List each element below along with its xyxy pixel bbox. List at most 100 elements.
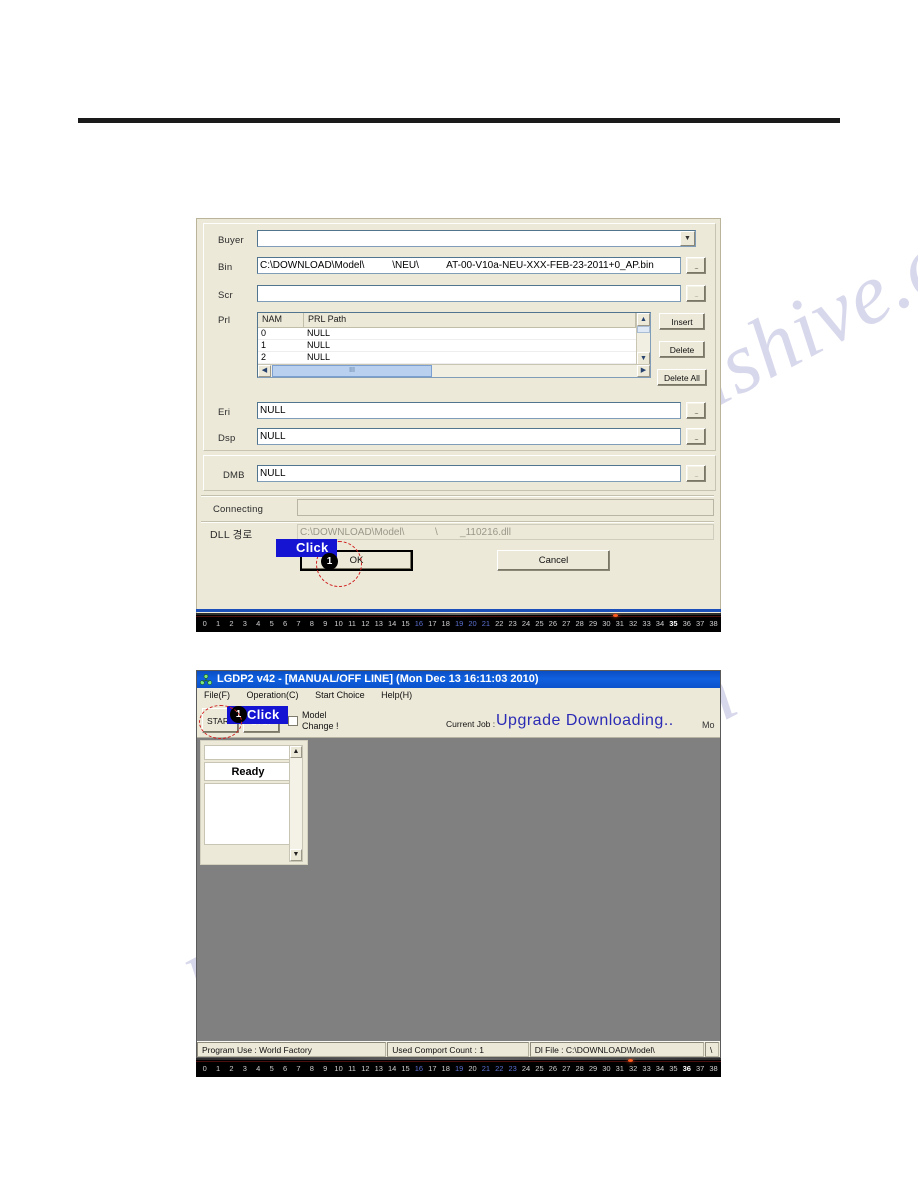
scroll-up-icon[interactable]: ▲ [637, 313, 650, 326]
cell-nam: 2 [261, 352, 267, 362]
divider-dll [201, 521, 714, 523]
prl-label: Prl [218, 315, 231, 326]
ruler-tick: 38 [709, 619, 718, 628]
ruler-tick: 32 [629, 619, 638, 628]
dmb-browse-button[interactable]: ... [686, 465, 706, 482]
cancel-button[interactable]: Cancel [497, 550, 610, 571]
model-change-checkbox[interactable] [288, 716, 298, 726]
status-cell-empty-top [204, 745, 292, 760]
table-row[interactable]: 2 NULL [258, 352, 650, 364]
ruler-tick: 15 [401, 619, 410, 628]
bin-label: Bin [218, 262, 233, 273]
eri-path-input[interactable]: NULL [257, 402, 681, 419]
scr-browse-button[interactable]: ... [686, 285, 706, 302]
ruler-tick: 13 [374, 1064, 383, 1073]
ruler-strip-bottom: 0 1 2 3 4 5 6 7 8 9 10 11 12 13 14 15 16 17 18 19 20 21 22 23 24… [196, 1058, 721, 1077]
prl-horizontal-scrollbar[interactable]: ◀ III ▶ [258, 364, 650, 377]
prl-listview-header: NAM PRL Path [258, 313, 650, 328]
ruler-tick: 28 [575, 619, 584, 628]
insert-button[interactable]: Insert [659, 313, 705, 330]
scroll-right-icon[interactable]: ▶ [637, 365, 650, 377]
ruler-tick: 22 [495, 1064, 504, 1073]
ruler-tick: 17 [428, 619, 437, 628]
cell-path: NULL [307, 328, 331, 338]
ruler-tick: 5 [269, 619, 274, 628]
prl-column-nam[interactable]: NAM [258, 313, 304, 327]
ruler-tick: 1 [216, 619, 221, 628]
prl-column-path[interactable]: PRL Path [304, 313, 636, 327]
bin-browse-button[interactable]: ... [686, 257, 706, 274]
ruler-tick: 36 [682, 619, 691, 628]
ruler-tick: 31 [615, 619, 624, 628]
hscroll-thumb[interactable]: III [272, 365, 432, 377]
status-panel-scrollbar[interactable]: ▲ ▼ [289, 745, 303, 862]
prl-path-listview[interactable]: NAM PRL Path 0 NULL 1 NULL 2 NULL 3 NULL… [257, 312, 651, 378]
scr-label: Scr [218, 290, 233, 301]
ruler-tick: 8 [309, 619, 314, 628]
ruler-tick: 24 [521, 619, 531, 628]
ruler-tick: 12 [361, 619, 370, 628]
status-bar: Program Use : World Factory Used Comport… [197, 1041, 720, 1057]
window-title: LGDP2 v42 - [MANUAL/OFF LINE] (Mon Dec 1… [197, 671, 720, 688]
eri-label: Eri [218, 407, 231, 418]
ruler-tick: 9 [323, 619, 328, 628]
ruler-redline [196, 616, 721, 617]
eri-browse-button[interactable]: ... [686, 402, 706, 419]
bin-path-input[interactable]: C:\DOWNLOAD\Model\ \NEU\ AT-00-V10a-NEU-… [257, 257, 681, 274]
ruler-tick: 29 [588, 1064, 598, 1073]
ruler-tick: 30 [602, 619, 611, 628]
vscroll-thumb[interactable] [637, 326, 650, 333]
ruler-tick: 19 [454, 1064, 464, 1073]
ruler-tick: 27 [562, 1064, 571, 1073]
connecting-label: Connecting [213, 504, 264, 515]
ruler-tick: 17 [428, 1064, 437, 1073]
scr-path-input[interactable] [257, 285, 681, 302]
ruler-tick: 30 [602, 1064, 611, 1073]
ruler-tick: 8 [309, 1064, 314, 1073]
status-dl-file: Dl File : C:\DOWNLOAD\Model\ [529, 1042, 705, 1057]
ruler-ticks-bottom: 0 1 2 3 4 5 6 7 8 9 10 11 12 13 14 15 16 17 18 19 20 21 22 23 24… [198, 1064, 720, 1073]
ruler-tick: 0 [202, 1064, 207, 1073]
buyer-label: Buyer [218, 235, 244, 246]
ruler-tick: 18 [441, 619, 450, 628]
ruler-tick: 3 [242, 619, 247, 628]
ruler-tick: 33 [642, 1064, 651, 1073]
table-row[interactable]: 0 NULL [258, 328, 650, 340]
buyer-combo-input[interactable] [257, 230, 696, 247]
cell-path: NULL [307, 340, 331, 350]
ruler-tick: 21 [481, 1064, 491, 1073]
menu-item-operation[interactable]: Operation(C) [240, 688, 306, 703]
delete-button[interactable]: Delete [659, 341, 705, 358]
scroll-left-icon[interactable]: ◀ [258, 365, 271, 377]
lgdp2-application-window: LGDP2 v42 - [MANUAL/OFF LINE] (Mon Dec 1… [196, 670, 721, 1058]
ruler-tick: 0 [202, 619, 207, 628]
ruler-tick: 7 [296, 1064, 301, 1073]
scroll-down-icon[interactable]: ▼ [290, 849, 302, 861]
menu-item-help[interactable]: Help(H) [374, 688, 419, 703]
delete-all-button[interactable]: Delete All [657, 369, 707, 386]
ruler-tick: 11 [348, 1064, 356, 1073]
dsp-path-input[interactable]: NULL [257, 428, 681, 445]
ruler-tick: 10 [334, 1064, 343, 1073]
ruler-tick: 32 [629, 1064, 638, 1073]
ruler-tick: 37 [695, 619, 705, 628]
start-highlight-circle [199, 705, 242, 739]
status-overflow: \ [705, 1042, 719, 1057]
ruler-tick: 20 [468, 619, 477, 628]
ruler-tick: 35 [669, 1064, 678, 1073]
prl-vertical-scrollbar[interactable]: ▲ ▼ [636, 313, 650, 365]
callout-number-1: 1 [321, 553, 338, 570]
chevron-down-icon[interactable]: ▼ [680, 231, 695, 246]
ruler-tick: 4 [256, 619, 261, 628]
table-row[interactable]: 1 NULL [258, 340, 650, 352]
menu-item-start-choice[interactable]: Start Choice [308, 688, 372, 703]
menu-item-file[interactable]: File(F) [197, 688, 237, 703]
ruler-tick: 35 [669, 619, 678, 628]
ruler-tick: 38 [709, 1064, 718, 1073]
status-list-panel: Ready ▲ ▼ [200, 740, 308, 865]
scroll-up-icon[interactable]: ▲ [290, 746, 302, 758]
dmb-path-input[interactable]: NULL [257, 465, 681, 482]
ruler-tick: 6 [282, 619, 288, 628]
dsp-browse-button[interactable]: ... [686, 428, 706, 445]
ruler-tick: 26 [548, 619, 558, 628]
